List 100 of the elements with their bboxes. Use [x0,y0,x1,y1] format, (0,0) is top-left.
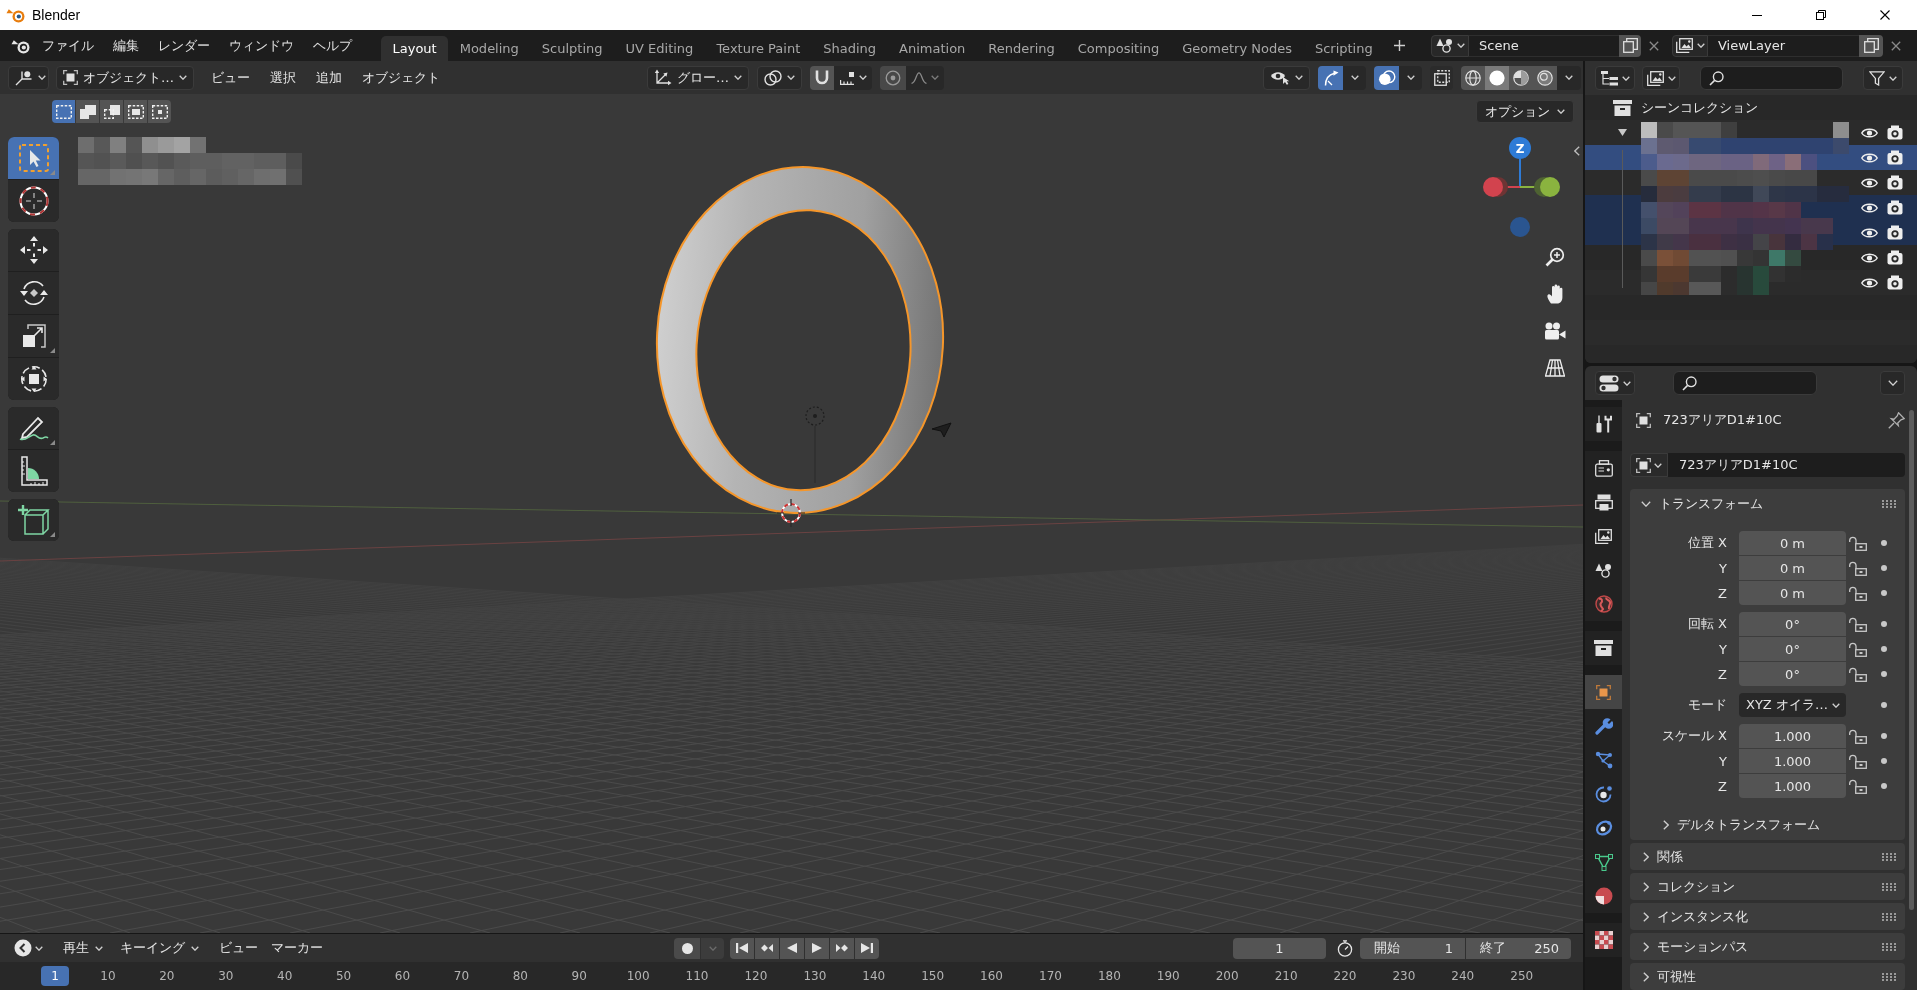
selectability-dropdown[interactable] [1263,65,1310,90]
number-field[interactable]: 0° [1739,612,1846,636]
object-name-field[interactable]: 723アリアD1#10C [1668,453,1905,477]
scene-name-field[interactable]: Scene [1469,34,1619,57]
xray-toggle[interactable] [1430,65,1453,90]
dot-icon[interactable] [1881,590,1887,596]
playback-button[interactable] [755,937,779,959]
dot-icon[interactable] [1881,540,1887,546]
eye-icon[interactable] [1861,176,1878,189]
mode-dropdown[interactable]: オブジェクト… [56,65,194,90]
view-layer-selector-button[interactable] [1672,34,1708,57]
workspace-tab[interactable]: Animation [887,36,977,61]
workspace-tab[interactable]: Compositing [1066,36,1171,61]
panel-header[interactable]: インスタンス化 [1630,903,1905,930]
outliner-row[interactable] [1585,220,1917,245]
padlock-open-icon[interactable] [1849,641,1867,657]
menu-item[interactable]: ファイル [32,34,103,57]
tool-button[interactable] [8,407,59,449]
camera-icon[interactable] [1887,150,1903,165]
shading-mode-button[interactable] [1533,65,1557,90]
workspace-tab[interactable]: Texture Paint [704,36,812,61]
scene-selector-button[interactable] [1431,34,1469,57]
panel-header[interactable]: 可視性 [1630,963,1905,990]
workspace-tab[interactable]: Shading [811,36,888,61]
dot-icon[interactable] [1881,733,1887,739]
new-view-layer-button[interactable] [1859,34,1883,57]
select-mode-button[interactable] [76,100,99,123]
workspace-tab[interactable]: UV Editing [614,36,705,61]
auto-keying-toggle[interactable] [674,937,700,959]
options-dropdown[interactable] [1880,371,1905,395]
eye-icon[interactable] [1861,276,1878,289]
proportional-edit-toggle[interactable] [880,65,906,90]
camera-icon[interactable] [1887,175,1903,190]
padlock-open-icon[interactable] [1849,778,1867,794]
filter-dropdown[interactable] [1863,66,1903,90]
menu-item[interactable]: ビュー [203,65,258,90]
shading-mode-button[interactable] [1509,65,1533,90]
camera-icon[interactable] [1887,250,1903,265]
gizmo-toggle[interactable] [1318,65,1343,90]
overlay-dropdown[interactable] [1399,65,1422,90]
falloff-dropdown[interactable] [906,65,944,90]
eye-icon[interactable] [1861,201,1878,214]
start-frame-field[interactable]: 開始 1 [1360,937,1465,959]
menu-item[interactable]: オブジェクト [354,65,448,90]
select-mode-button[interactable] [124,100,147,123]
playback-button[interactable] [805,937,829,959]
menu-item[interactable]: マーカー [265,937,329,959]
sidebar-toggle[interactable] [1572,144,1582,158]
workspace-tab[interactable]: Layout [381,36,449,61]
outliner-row[interactable] [1585,195,1917,220]
tool-button[interactable] [8,499,59,541]
menu-item[interactable]: 追加 [308,65,350,90]
padlock-open-icon[interactable] [1849,535,1867,551]
menu-item[interactable]: 選択 [262,65,304,90]
dot-icon[interactable] [1881,621,1887,627]
overlay-toggle[interactable] [1374,65,1399,90]
dot-icon[interactable] [1881,565,1887,571]
search-field[interactable] [1700,66,1843,90]
panel-header[interactable]: モーションパス [1630,933,1905,960]
workspace-tab[interactable]: Sculpting [530,36,615,61]
menu-item[interactable]: ウィンドウ [219,34,303,57]
display-mode-dropdown[interactable] [1642,66,1680,90]
menu-item[interactable]: 編集 [103,34,148,57]
playback-button[interactable] [730,937,754,959]
number-field[interactable]: 1.000 [1739,774,1846,798]
gizmo-dropdown[interactable] [1343,65,1366,90]
padlock-open-icon[interactable] [1849,585,1867,601]
padlock-open-icon[interactable] [1849,728,1867,744]
menu-item[interactable]: ヘルプ [303,34,361,57]
outliner-row[interactable] [1585,145,1917,170]
number-field[interactable]: 0° [1739,637,1846,661]
tool-button[interactable] [8,180,59,222]
playback-button[interactable] [830,937,854,959]
snap-toggle[interactable] [810,65,834,90]
number-field[interactable]: 0° [1739,662,1846,686]
eye-icon[interactable] [1861,126,1878,139]
select-mode-button[interactable] [148,100,171,123]
tool-button[interactable] [8,450,59,492]
current-frame-field[interactable]: 1 [1233,937,1326,959]
dot-icon[interactable] [1881,702,1887,708]
tool-button[interactable] [8,229,59,271]
camera-icon[interactable] [1887,225,1903,240]
dot-icon[interactable] [1881,671,1887,677]
panel-header[interactable]: トランスフォーム [1630,489,1905,519]
camera-icon[interactable] [1887,275,1903,290]
eye-icon[interactable] [1861,251,1878,264]
workspace-tab[interactable]: Modeling [448,36,531,61]
scrollbar[interactable] [1909,410,1914,910]
tool-button[interactable] [8,315,59,357]
search-field[interactable] [1673,371,1817,395]
end-frame-field[interactable]: 終了 250 [1466,937,1571,959]
pin-icon[interactable] [1888,411,1905,429]
new-scene-button[interactable] [1619,34,1641,57]
padlock-open-icon[interactable] [1849,616,1867,632]
number-field[interactable]: 0 m [1739,556,1846,580]
panel-header[interactable]: 関係 [1630,843,1905,870]
select-mode-button[interactable] [52,100,75,123]
pivot-dropdown[interactable] [757,65,802,90]
number-field[interactable]: 1.000 [1739,749,1846,773]
panel-header[interactable]: コレクション [1630,873,1905,900]
